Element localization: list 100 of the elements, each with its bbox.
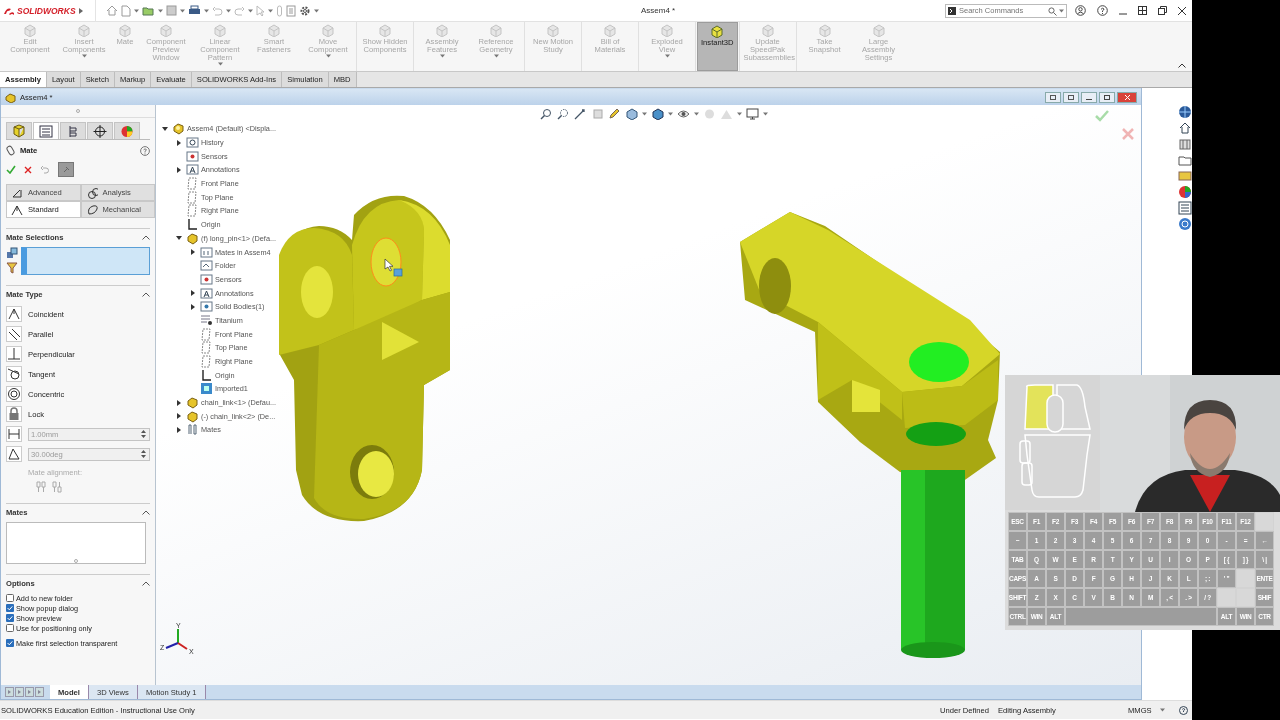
chain-link-drawing[interactable] <box>279 195 450 522</box>
part-icon <box>186 396 199 410</box>
property-list-icon <box>38 123 54 139</box>
origin-icon <box>200 368 213 382</box>
scroll-arrow-icon[interactable] <box>35 687 44 697</box>
new-document-icon[interactable] <box>121 4 131 17</box>
view-orientation-icon[interactable] <box>625 108 638 120</box>
caret-icon[interactable] <box>642 112 647 116</box>
help-icon[interactable] <box>1179 705 1188 715</box>
display-style-icon[interactable] <box>651 108 664 120</box>
help-icon[interactable] <box>140 145 150 156</box>
sensor-folder-icon <box>186 149 199 163</box>
maximize-icon <box>1104 94 1110 100</box>
network-globe-icon[interactable] <box>1178 217 1192 231</box>
collapse-icon[interactable] <box>142 292 150 297</box>
library-icon[interactable] <box>1178 137 1192 151</box>
scroll-arrow-icon[interactable] <box>5 687 14 697</box>
close-button[interactable] <box>1117 91 1137 103</box>
coincident-icon[interactable] <box>6 306 22 322</box>
cancel-icon[interactable] <box>24 165 32 174</box>
scroll-arrow-icon[interactable] <box>25 687 34 697</box>
accept-check-icon[interactable] <box>1095 110 1109 122</box>
caret-icon[interactable] <box>694 112 699 116</box>
pin-drawing[interactable] <box>901 342 969 658</box>
home-icon[interactable] <box>1178 121 1192 135</box>
part-icon <box>186 409 199 423</box>
color-wheel-icon[interactable] <box>1178 185 1192 199</box>
caret-icon[interactable] <box>1059 9 1064 13</box>
minimize-button[interactable] <box>1081 91 1097 103</box>
key <box>1236 588 1255 607</box>
tile-icon <box>1068 94 1074 100</box>
annotation-folder-icon <box>186 163 199 177</box>
select-components-icon <box>6 247 18 259</box>
window-title: Assem4 * <box>641 6 677 15</box>
scroll-arrow-icon[interactable] <box>15 687 24 697</box>
list-icon[interactable] <box>1178 201 1192 215</box>
pencil-icon[interactable] <box>608 108 621 120</box>
checkbox[interactable] <box>6 624 14 632</box>
caret-icon[interactable] <box>314 8 319 13</box>
caret-icon[interactable] <box>268 8 273 13</box>
close-icon[interactable] <box>1178 6 1186 15</box>
open-folder-icon[interactable] <box>142 5 155 16</box>
zoom-to-fit-icon[interactable] <box>540 108 553 120</box>
print-icon[interactable] <box>188 5 201 16</box>
eye-icon[interactable] <box>677 108 690 120</box>
caret-icon[interactable] <box>226 8 231 13</box>
caret-icon[interactable] <box>668 112 673 116</box>
folder-icon[interactable] <box>1178 153 1192 167</box>
grip-icon[interactable] <box>76 109 80 113</box>
caret-icon[interactable] <box>763 112 768 116</box>
pin-icon <box>62 165 70 174</box>
history-folder-icon <box>186 136 199 150</box>
checkbox[interactable] <box>6 594 14 602</box>
maximize-button[interactable] <box>1099 91 1115 103</box>
caret-icon[interactable] <box>158 8 163 13</box>
mates-folder-icon <box>200 245 213 259</box>
previous-view-icon[interactable] <box>574 108 587 120</box>
restore-icon[interactable] <box>1158 6 1167 15</box>
lock-icon[interactable] <box>6 406 22 422</box>
tangent-icon[interactable] <box>6 366 22 382</box>
zoom-area-icon[interactable] <box>557 108 570 120</box>
chain-link-drawing[interactable] <box>740 212 1000 482</box>
key <box>1217 588 1236 607</box>
collapse-icon[interactable] <box>142 581 150 586</box>
angle-icon[interactable] <box>6 446 22 462</box>
globe-icon[interactable] <box>1178 105 1192 119</box>
plane-icon <box>186 190 199 204</box>
collapse-ribbon-icon[interactable] <box>1178 63 1186 68</box>
caret-icon[interactable] <box>737 112 742 116</box>
parallel-icon[interactable] <box>6 326 22 342</box>
selection-list-field[interactable] <box>21 247 150 275</box>
user-icon[interactable] <box>1075 5 1086 16</box>
ok-check-icon[interactable] <box>6 165 16 174</box>
display-manager-icon <box>119 123 135 139</box>
paperclip-icon[interactable] <box>276 4 283 17</box>
terminal-icon <box>948 6 956 15</box>
cam-icon <box>85 203 98 216</box>
tile-vertical-button[interactable] <box>1063 91 1079 103</box>
appearances-icon[interactable] <box>1178 169 1192 183</box>
analysis-icon <box>85 186 98 199</box>
tile-windows-icon[interactable] <box>1138 6 1147 15</box>
caret-icon[interactable] <box>134 8 139 13</box>
plane-icon <box>200 327 213 341</box>
caret-icon[interactable] <box>1160 708 1165 712</box>
caret-icon[interactable] <box>180 8 185 13</box>
collapse-icon[interactable] <box>142 510 150 515</box>
caret-icon[interactable] <box>248 8 253 13</box>
expand-arrow-icon[interactable] <box>77 6 84 15</box>
panel-tab[interactable] <box>87 122 113 139</box>
annotation-folder-icon <box>200 286 213 300</box>
plane-icon <box>186 177 199 191</box>
search-icon[interactable] <box>1048 6 1057 16</box>
axis-triad-icon <box>165 628 188 650</box>
help-icon[interactable] <box>1097 5 1108 16</box>
concentric-icon[interactable] <box>6 386 22 402</box>
settings-icon[interactable] <box>299 4 311 17</box>
caret-icon[interactable] <box>204 8 209 13</box>
tile-horizontal-button[interactable] <box>1045 91 1061 103</box>
monitor-icon[interactable] <box>746 108 759 120</box>
collapse-icon[interactable] <box>142 235 150 240</box>
